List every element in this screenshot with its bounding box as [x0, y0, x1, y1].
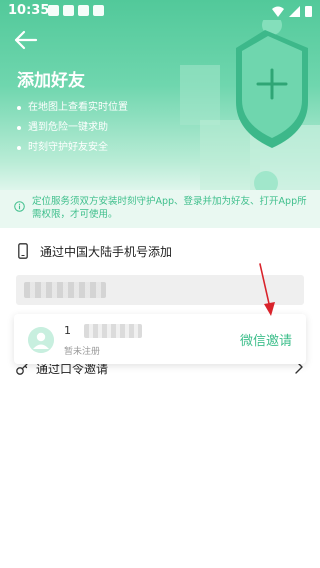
feature-item: 在地图上查看实时位置 [17, 98, 128, 118]
search-result-card: 1 暂未注册 微信邀请 [14, 314, 306, 364]
default-avatar [28, 327, 54, 353]
feature-item: 时刻守护好友安全 [17, 138, 128, 158]
phone-section-label: 通过中国大陆手机号添加 [40, 245, 173, 259]
text-notification-icon [78, 5, 89, 16]
status-bar: 10:35 [0, 0, 320, 24]
wechat-invite-button[interactable]: 微信邀请 [240, 330, 292, 349]
wifi-icon [272, 6, 284, 17]
phone-section-header: 通过中国大陆手机号添加 [0, 240, 320, 264]
header-banner: 10:35 添加好友 在地图上查看实时位置 遇到危险一键求助 时刻守护好友安全 [0, 0, 320, 190]
image-notification-icon [48, 5, 59, 16]
notice-banner: 定位服务须双方安装时刻守护App、登录并加为好友、打开App所需权限，才可使用。 [0, 190, 320, 228]
signal-icon [289, 5, 300, 17]
back-arrow-icon[interactable] [12, 28, 40, 52]
registration-status: 暂未注册 [64, 347, 101, 357]
battery-icon [305, 6, 312, 17]
feature-list: 在地图上查看实时位置 遇到危险一键求助 时刻守护好友安全 [17, 98, 128, 158]
phone-icon [18, 243, 28, 259]
result-phone-prefix: 1 [64, 324, 71, 337]
app-notification-icon [63, 5, 74, 16]
shield-illustration [180, 20, 320, 190]
annotation-arrow [259, 263, 275, 316]
status-time: 10:35 [8, 3, 50, 18]
game-notification-icon [93, 5, 104, 16]
system-icons [272, 5, 312, 17]
notification-icons [48, 5, 104, 16]
page-title: 添加好友 [17, 71, 85, 91]
feature-item: 遇到危险一键求助 [17, 118, 128, 138]
notice-text: 定位服务须双方安装时刻守护App、登录并加为好友、打开App所需权限，才可使用。 [32, 196, 307, 220]
masked-result-number [84, 324, 142, 338]
masked-phone-number [24, 282, 106, 298]
info-icon [14, 201, 25, 212]
